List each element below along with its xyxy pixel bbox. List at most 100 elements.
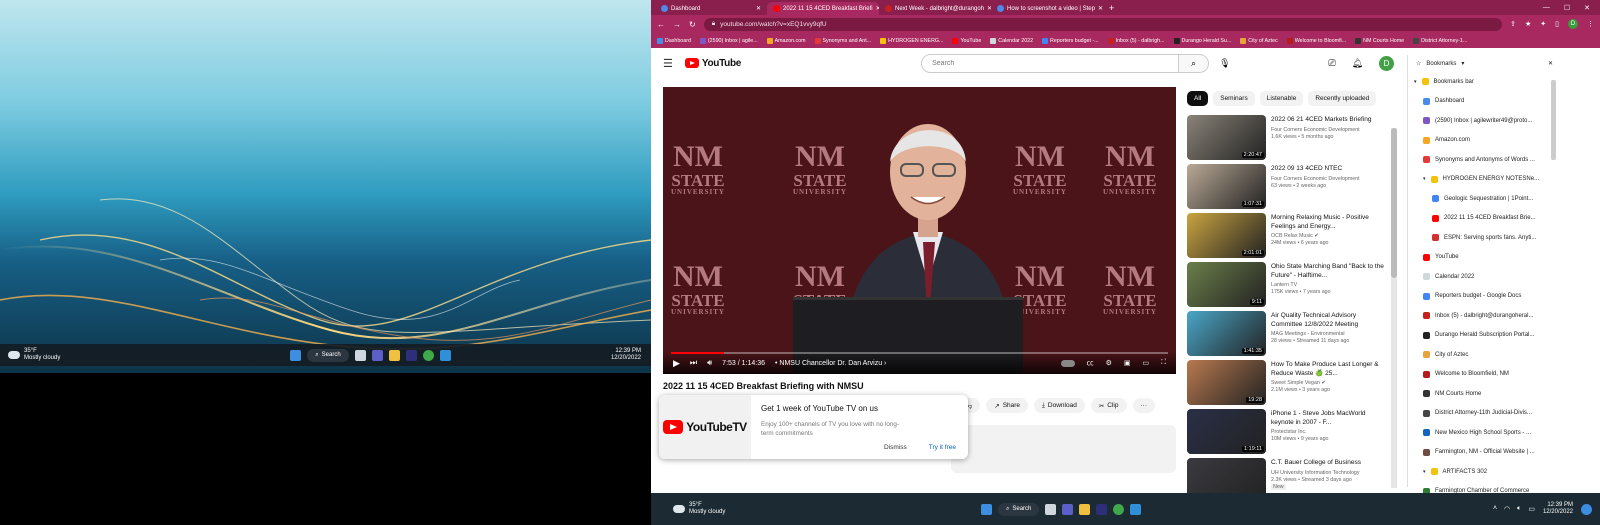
recommended-video[interactable]: 19:28 How To Make Produce Last Longer & R…	[1187, 360, 1387, 409]
settings-gear-icon[interactable]: ⚙	[1106, 359, 1112, 367]
bookmark-item[interactable]: Synonyms and Antonyms of Words ...	[1408, 150, 1561, 170]
expand-arrow-icon[interactable]: ▾	[1423, 176, 1426, 182]
photoshop-icon[interactable]	[405, 349, 417, 361]
recommended-title[interactable]: iPhone 1 - Steve Jobs MacWorld keynote i…	[1271, 410, 1387, 427]
video-thumbnail[interactable]: 19:28	[1187, 360, 1266, 405]
share-button[interactable]: ↗ Share	[986, 398, 1029, 413]
star-icon[interactable]: ★	[1525, 20, 1531, 28]
bookmark-item[interactable]: Durango Herald Subscription Portal...	[1408, 326, 1561, 346]
clip-button[interactable]: ✂ Clip	[1090, 398, 1127, 413]
video-thumbnail[interactable]: 1:19:11	[1187, 409, 1266, 454]
file-explorer-icon[interactable]	[1079, 503, 1091, 515]
download-button[interactable]: ⤓ Download	[1034, 398, 1085, 413]
bookmark-folder[interactable]: ▾ Bookmarks bar	[1408, 72, 1561, 92]
bookmark-item[interactable]: ESPN: Serving sports fans. Anyti...	[1408, 228, 1561, 248]
close-icon[interactable]: ✕	[756, 5, 761, 12]
taskbar-search[interactable]: ⌕ Search	[998, 502, 1040, 516]
taskbar-clock[interactable]: 12:39 PM 12/20/2022	[1543, 502, 1581, 516]
new-tab-button[interactable]: +	[1103, 2, 1120, 15]
account-avatar[interactable]: D	[1379, 55, 1394, 71]
expand-arrow-icon[interactable]: ▾	[1423, 469, 1426, 475]
bookmark-item[interactable]: Reporters budget - Google Docs	[1408, 287, 1561, 307]
bookmark-5[interactable]: YouTube	[952, 37, 981, 44]
bookmark-item[interactable]: NM Courts Home	[1408, 384, 1561, 404]
tab-screenshot-howto[interactable]: How to screenshot a video | Step ✕	[991, 2, 1103, 15]
teams-icon[interactable]	[371, 349, 383, 361]
more-actions-button[interactable]: ···	[1132, 398, 1155, 413]
tab-youtube-video[interactable]: 2022 11 15 4CED Breakfast Briefi ✕	[767, 2, 879, 15]
task-view-icon[interactable]	[1045, 503, 1057, 515]
wifi-icon[interactable]: ◠	[1504, 505, 1510, 513]
chip-listenable[interactable]: Listenable	[1259, 91, 1304, 106]
recommended-video[interactable]: 2:01:01 Morning Relaxing Music - Positive…	[1187, 213, 1387, 262]
bookmark-8[interactable]: Inbox (5) - dalbrigh...	[1107, 37, 1165, 44]
sidebar-icon[interactable]: ▯	[1555, 20, 1559, 28]
volume-icon[interactable]: 🔊︎	[707, 358, 712, 368]
start-icon[interactable]	[290, 349, 302, 361]
recommended-title[interactable]: Morning Relaxing Music - Positive Feelin…	[1271, 214, 1387, 231]
tab-dashboard[interactable]: Dashboard ✕	[655, 2, 767, 15]
recommended-title[interactable]: 2022 06 21 4CED Markets Briefing	[1271, 116, 1371, 125]
page-scrollbar[interactable]	[1391, 128, 1397, 488]
close-window-icon[interactable]: ✕	[1584, 4, 1590, 12]
bookmark-item[interactable]: Geologic Sequestration | 1Point...	[1408, 189, 1561, 209]
snipping-tool-icon[interactable]	[439, 349, 451, 361]
share-icon[interactable]: ⇪	[1510, 20, 1516, 28]
recommended-title[interactable]: C.T. Bauer College of Business	[1271, 459, 1361, 468]
bookmark-item[interactable]: Amazon.com	[1408, 131, 1561, 151]
bookmark-13[interactable]: District Attorney-1...	[1413, 37, 1467, 44]
snipping-tool-icon[interactable]	[1130, 503, 1142, 515]
file-explorer-icon[interactable]	[388, 349, 400, 361]
bookmark-item[interactable]: Farmington, NM - Official Website | ...	[1408, 443, 1561, 463]
bookmark-0[interactable]: Dashboard	[657, 37, 691, 44]
recommended-video[interactable]: 1:19:11 iPhone 1 - Steve Jobs MacWorld ke…	[1187, 409, 1387, 458]
menu-icon[interactable]: ⋮	[1587, 20, 1594, 28]
back-icon[interactable]: ←	[657, 20, 665, 29]
task-view-icon[interactable]	[354, 349, 366, 361]
recommended-title[interactable]: How To Make Produce Last Longer & Reduce…	[1271, 361, 1387, 378]
bookmark-item[interactable]: City of Aztec	[1408, 345, 1561, 365]
video-thumbnail[interactable]: 1:07:31	[1187, 164, 1266, 209]
bookmark-folder[interactable]: ▾ ARTIFACTS 302	[1408, 462, 1561, 482]
channel-name[interactable]: Four Corners Economic Development	[1271, 176, 1360, 183]
video-thumbnail[interactable]: 2:01:01	[1187, 213, 1266, 258]
bookmark-6[interactable]: Calendar 2022	[990, 37, 1033, 44]
try-it-free-button[interactable]: Try it free	[929, 444, 956, 451]
captions-icon[interactable]: ㏄	[1087, 358, 1094, 368]
recommended-title[interactable]: Air Quality Technical Advisory Committee…	[1271, 312, 1387, 329]
notifications-bell-icon[interactable]: 🔔︎	[1352, 58, 1363, 69]
channel-name[interactable]: OCB Relax Music ✔	[1271, 233, 1387, 240]
profile-avatar[interactable]: D	[1568, 19, 1578, 29]
bookmark-item[interactable]: Inbox (5) - dalbright@durangoheral...	[1408, 306, 1561, 326]
photoshop-icon[interactable]	[1096, 503, 1108, 515]
recommended-title[interactable]: 2022 09 13 4CED NTEC	[1271, 165, 1360, 174]
microphone-icon[interactable]: 🎙︎	[1219, 58, 1230, 69]
autoplay-toggle[interactable]	[1060, 359, 1075, 367]
fullscreen-icon[interactable]: ⛶	[1161, 359, 1166, 367]
chapter-title[interactable]: • NMSU Chancellor Dr. Dan Arvizu ›	[775, 360, 886, 367]
recommended-video[interactable]: 9:11 Ohio State Marching Band "Back to th…	[1187, 262, 1387, 311]
channel-name[interactable]: Lantern TV	[1271, 282, 1387, 289]
close-icon[interactable]: ✕	[1548, 60, 1553, 67]
tab-next-week[interactable]: Next Week - dalbright@durangoh ✕	[879, 2, 991, 15]
chip-seminars[interactable]: Seminars	[1213, 91, 1255, 106]
video-thumbnail[interactable]: 1:41:35	[1187, 311, 1266, 356]
chrome-icon[interactable]	[422, 349, 434, 361]
extensions-icon[interactable]: ✦	[1540, 20, 1546, 28]
channel-name[interactable]: UH University Information Technology	[1271, 470, 1361, 477]
bookmark-12[interactable]: NM Courts Home	[1355, 37, 1404, 44]
reload-icon[interactable]: ↻	[689, 20, 696, 29]
bookmark-item[interactable]: Dashboard	[1408, 92, 1561, 112]
channel-name[interactable]: MAG Meetings - Environmental	[1271, 331, 1387, 338]
play-icon[interactable]: ▶	[673, 358, 680, 369]
chip-all[interactable]: All	[1187, 91, 1209, 106]
teams-icon[interactable]	[1062, 503, 1074, 515]
bookmarks-scrollbar[interactable]	[1551, 80, 1556, 160]
bookmark-7[interactable]: Reporters budget -...	[1042, 37, 1099, 44]
weather-widget[interactable]: 35°F Mostly cloudy	[651, 502, 981, 516]
video-thumbnail[interactable]: 2:20:47	[1187, 115, 1266, 160]
recommended-video[interactable]: 1:41:35 Air Quality Technical Advisory Co…	[1187, 311, 1387, 360]
recommended-video[interactable]: 1:07:31 2022 09 13 4CED NTEC Four Corners …	[1187, 164, 1387, 213]
bookmark-11[interactable]: Welcome to Bloomfi...	[1286, 37, 1346, 44]
bookmark-4[interactable]: HYDROGEN ENERG...	[880, 37, 943, 44]
